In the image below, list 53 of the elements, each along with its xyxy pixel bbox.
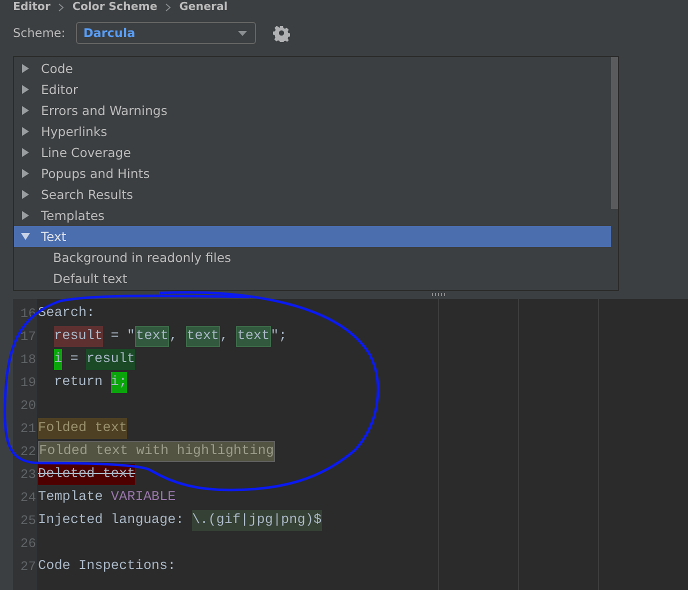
scheme-dropdown[interactable]: Darcula xyxy=(76,22,256,44)
tree-item[interactable]: Popups and Hints xyxy=(14,163,611,184)
collapsed-triangle-icon[interactable] xyxy=(21,85,30,94)
collapsed-triangle-icon[interactable] xyxy=(21,169,30,178)
folded-highlighted-text: Folded text with highlighting xyxy=(38,441,275,462)
breadcrumb-item[interactable]: Editor xyxy=(13,1,50,13)
write-usage-text: i; xyxy=(110,372,127,393)
collapsed-triangle-icon[interactable] xyxy=(21,64,30,73)
tree-item[interactable]: Line Coverage xyxy=(14,142,611,163)
settings-icon[interactable] xyxy=(273,24,290,42)
read-usage-text: result xyxy=(86,349,136,370)
folded-text: Folded text xyxy=(38,418,128,439)
breadcrumb-item[interactable]: General xyxy=(179,1,228,13)
injected-language-text: \.(gif|jpg|png)$ xyxy=(192,510,322,531)
search-match-text: text xyxy=(135,326,170,347)
code-text: , xyxy=(220,328,230,346)
search-match-text: text xyxy=(186,326,220,347)
code-text: , xyxy=(169,328,179,346)
scrollbar-thumb[interactable] xyxy=(611,57,618,209)
code-text: "; xyxy=(270,328,287,346)
search-match-text: text xyxy=(236,326,271,347)
code-text: Injected language: xyxy=(38,512,185,530)
code-text: Search: xyxy=(38,305,95,323)
dropdown-caret-icon xyxy=(238,30,248,36)
tree-item[interactable]: Search Results xyxy=(14,184,611,205)
deleted-text: Deleted text xyxy=(38,464,136,485)
collapsed-triangle-icon[interactable] xyxy=(21,211,30,220)
code-text: = xyxy=(69,351,80,369)
scheme-label: Scheme: xyxy=(13,26,66,40)
expanded-triangle-icon[interactable] xyxy=(21,232,30,241)
code-text: Code Inspections: xyxy=(38,558,176,576)
code-text: = " xyxy=(110,328,136,346)
tree-item[interactable]: Background in readonly files xyxy=(14,247,611,268)
splitter-handle[interactable] xyxy=(432,293,446,296)
collapsed-triangle-icon[interactable] xyxy=(21,148,30,157)
collapsed-triangle-icon[interactable] xyxy=(21,106,30,115)
tree-item[interactable]: Text xyxy=(14,226,611,247)
tree-item[interactable]: Default text xyxy=(14,268,611,289)
code-text: return xyxy=(54,374,104,392)
breadcrumb-item[interactable]: Color Scheme xyxy=(72,1,158,13)
collapsed-triangle-icon[interactable] xyxy=(21,190,30,199)
chevron-icon xyxy=(58,2,64,12)
tree-item[interactable]: Templates xyxy=(14,205,611,226)
chevron-icon xyxy=(165,2,172,12)
tree-item[interactable]: Editor xyxy=(14,79,611,100)
tree-item[interactable]: Errors and Warnings xyxy=(14,100,611,121)
code-text: Template xyxy=(38,489,104,507)
write-usage-text: i xyxy=(54,349,62,370)
collapsed-triangle-icon[interactable] xyxy=(21,127,30,136)
search-result-text: result xyxy=(54,326,103,347)
tree-item[interactable]: Hyperlinks xyxy=(14,121,611,142)
template-variable-text: VARIABLE xyxy=(110,489,176,507)
tree-item[interactable]: Code xyxy=(14,58,611,79)
